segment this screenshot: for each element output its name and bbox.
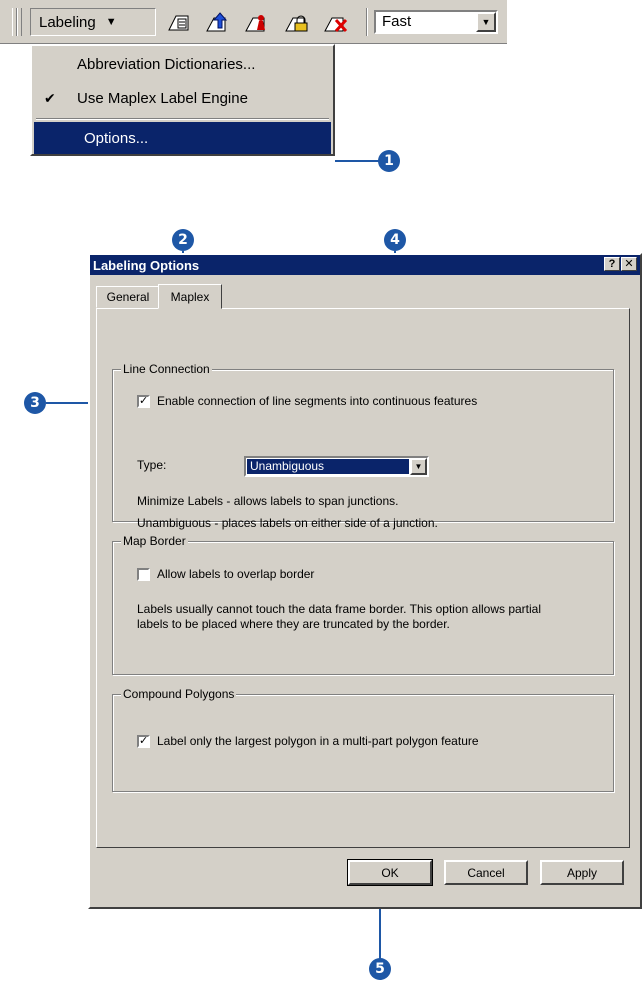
label-quality-combo[interactable]: Fast ▼ [374, 10, 498, 34]
apply-button[interactable]: Apply [540, 860, 624, 885]
dialog-title: Labeling Options [93, 257, 200, 273]
labeling-options-dialog: Labeling Options ? ✕ General Maplex Line… [88, 253, 642, 909]
type-description-minimize: Minimize Labels - allows labels to span … [137, 494, 399, 508]
label-manager-icon[interactable] [166, 10, 192, 34]
group-title: Line Connection [121, 362, 212, 376]
enable-connection-checkbox[interactable]: ✓ [137, 395, 150, 408]
group-title: Map Border [121, 534, 188, 548]
labeling-toolbar: Labeling ▼ Fast ▼ [0, 0, 507, 44]
menu-item-label: Abbreviation Dictionaries... [77, 55, 256, 73]
menu-item-label: Options... [84, 129, 149, 147]
label-priority-icon[interactable] [205, 10, 231, 34]
lock-labels-icon[interactable] [284, 10, 310, 34]
allow-overlap-border-checkbox[interactable] [137, 568, 150, 581]
chevron-down-icon[interactable]: ▼ [410, 458, 427, 475]
chevron-down-icon: ▼ [481, 17, 491, 27]
map-border-group: Map Border Allow labels to overlap borde… [112, 534, 614, 675]
menu-separator [36, 118, 329, 120]
label-quality-value: Fast [382, 13, 412, 30]
largest-polygon-label: Label only the largest polygon in a mult… [157, 734, 479, 748]
callout-1-line [335, 160, 379, 162]
menu-item-options[interactable]: Options... [34, 122, 331, 154]
maplex-tab-panel: Line Connection ✓ Enable connection of l… [96, 308, 630, 848]
dialog-titlebar[interactable]: Labeling Options ? ✕ [90, 255, 640, 275]
type-select-value: Unambiguous [246, 458, 410, 475]
callout-3-badge: 3 [24, 392, 46, 414]
ok-button[interactable]: OK [347, 859, 433, 886]
group-title: Compound Polygons [121, 687, 237, 701]
combo-dropdown-button[interactable]: ▼ [476, 12, 496, 32]
callout-1-badge: 1 [378, 150, 400, 172]
largest-polygon-checkbox[interactable]: ✓ [137, 735, 150, 748]
close-button[interactable]: ✕ [621, 257, 637, 271]
callout-5-line [379, 907, 381, 959]
callout-4-badge: 4 [384, 229, 406, 251]
dropdown-arrow-icon: ▼ [105, 16, 117, 28]
menu-item-use-maplex[interactable]: ✔ Use Maplex Label Engine [34, 82, 331, 114]
type-label: Type: [137, 458, 167, 472]
labeling-menu-label: Labeling [39, 13, 96, 31]
type-description-unambiguous: Unambiguous - places labels on either si… [137, 516, 438, 530]
check-icon: ✔ [44, 89, 56, 106]
compound-polygons-group: Compound Polygons ✓ Label only the large… [112, 687, 614, 792]
type-select[interactable]: Unambiguous ▼ [244, 456, 429, 477]
tab-maplex[interactable]: Maplex [158, 284, 222, 309]
cancel-button[interactable]: Cancel [444, 860, 528, 885]
toolbar-grip[interactable] [17, 8, 22, 36]
label-weights-icon[interactable] [244, 10, 270, 34]
help-button[interactable]: ? [604, 257, 620, 271]
labeling-menu-button[interactable]: Labeling ▼ [30, 8, 156, 36]
menu-item-label: Use Maplex Label Engine [77, 89, 248, 107]
menu-item-abbreviation-dictionaries[interactable]: Abbreviation Dictionaries... [34, 48, 331, 80]
tab-general[interactable]: General [96, 286, 160, 308]
view-unplaced-labels-icon[interactable] [323, 10, 349, 34]
callout-5-badge: 5 [369, 958, 391, 980]
allow-overlap-border-label: Allow labels to overlap border [157, 567, 315, 581]
labeling-dropdown-menu: Abbreviation Dictionaries... ✔ Use Maple… [30, 44, 335, 156]
callout-2-badge: 2 [172, 229, 194, 251]
line-connection-group: Line Connection ✓ Enable connection of l… [112, 362, 614, 530]
toolbar-separator [366, 8, 368, 36]
enable-connection-label: Enable connection of line segments into … [157, 394, 478, 408]
map-border-description: Labels usually cannot touch the data fra… [137, 602, 542, 631]
